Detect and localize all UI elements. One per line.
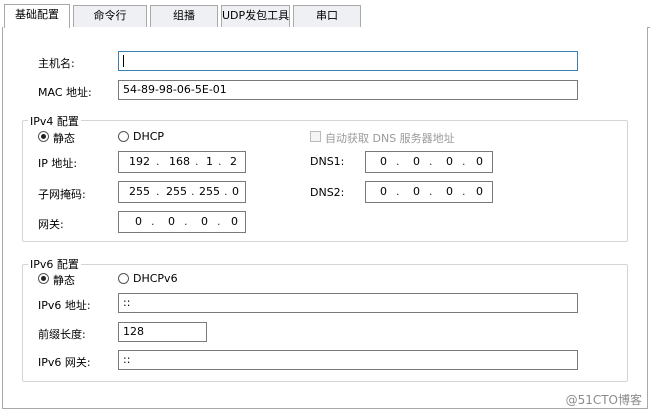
prefix-length-input[interactable]: 128 <box>118 322 207 342</box>
ipv4-dhcp-radio[interactable] <box>118 131 129 142</box>
mask-octet-1: 255 <box>129 185 150 198</box>
tab-basic-config[interactable]: 基础配置 <box>4 4 70 28</box>
tab-multicast[interactable]: 组播 <box>150 5 218 27</box>
dns2-octet-1: 0 <box>380 185 387 198</box>
dns1-octet-3: 0 <box>446 155 453 168</box>
ipv6-gateway-value: :: <box>123 353 131 366</box>
mac-address-field[interactable]: 54-89-98-06-5E-01 <box>118 80 578 100</box>
tab-command-line[interactable]: 命令行 <box>73 5 147 27</box>
ipv6-address-input[interactable]: :: <box>118 293 578 313</box>
gateway-label: 网关: <box>38 218 64 231</box>
tab-udp-tool[interactable]: UDP发包工具 <box>221 5 290 27</box>
auto-dns-checkbox[interactable] <box>310 131 321 142</box>
ipv4-dhcp-label: DHCP <box>133 130 165 143</box>
dns1-label: DNS1: <box>310 155 345 168</box>
mac-label: MAC 地址: <box>38 86 92 99</box>
ip-octet-2: 168 <box>169 155 190 168</box>
dns2-octet-4: 0 <box>476 185 483 198</box>
mask-octet-3: 255 <box>199 185 220 198</box>
ipv6-group-title: IPv6 配置 <box>28 256 81 272</box>
tab-serial-port[interactable]: 串口 <box>293 5 361 27</box>
gateway-octet-1: 0 <box>135 215 142 228</box>
dns1-octet-4: 0 <box>476 155 483 168</box>
ipv4-group-title: IPv4 配置 <box>28 113 81 129</box>
prefix-length-value: 128 <box>123 325 144 338</box>
dns1-input[interactable]: 0 . 0 . 0 . 0 <box>365 151 493 173</box>
ipv6-static-radio[interactable] <box>38 273 49 284</box>
ipv6-dhcp-label: DHCPv6 <box>133 272 178 285</box>
ip-octet-4: 2 <box>230 155 237 168</box>
ipv6-static-label: 静态 <box>53 274 75 287</box>
ip-octet-1: 192 <box>129 155 150 168</box>
hostname-label: 主机名: <box>38 57 75 70</box>
gateway-input[interactable]: 0 . 0 . 0 . 0 <box>118 211 246 233</box>
ip-address-input[interactable]: 192 . 168 . 1 . 2 <box>118 151 246 173</box>
dns1-octet-2: 0 <box>413 155 420 168</box>
text-caret <box>123 55 124 67</box>
dns2-octet-3: 0 <box>446 185 453 198</box>
ip-octet-3: 1 <box>206 155 213 168</box>
dns2-label: DNS2: <box>310 186 345 199</box>
prefix-length-label: 前缀长度: <box>38 328 86 341</box>
gateway-octet-4: 0 <box>231 215 238 228</box>
ipv6-address-value: :: <box>123 296 131 309</box>
ip-address-label: IP 地址: <box>38 157 78 170</box>
dns2-input[interactable]: 0 . 0 . 0 . 0 <box>365 181 493 203</box>
dns1-octet-1: 0 <box>380 155 387 168</box>
hostname-input[interactable] <box>118 51 578 71</box>
dns2-octet-2: 0 <box>413 185 420 198</box>
ipv4-static-radio[interactable] <box>38 131 49 142</box>
mask-octet-2: 255 <box>166 185 187 198</box>
ipv6-address-label: IPv6 地址: <box>38 299 91 312</box>
ipv6-gateway-label: IPv6 网关: <box>38 356 91 369</box>
gateway-octet-2: 0 <box>168 215 175 228</box>
mask-octet-4: 0 <box>232 185 239 198</box>
subnet-mask-input[interactable]: 255 . 255 . 255 . 0 <box>118 181 246 203</box>
mac-address-value: 54-89-98-06-5E-01 <box>123 83 227 96</box>
ipv4-static-label: 静态 <box>53 132 75 145</box>
gateway-octet-3: 0 <box>201 215 208 228</box>
subnet-mask-label: 子网掩码: <box>38 188 86 201</box>
ipv6-dhcp-radio[interactable] <box>118 273 129 284</box>
ipv6-gateway-input[interactable]: :: <box>118 350 578 370</box>
watermark: @51CTO博客 <box>565 393 642 407</box>
auto-dns-label: 自动获取 DNS 服务器地址 <box>325 132 455 145</box>
